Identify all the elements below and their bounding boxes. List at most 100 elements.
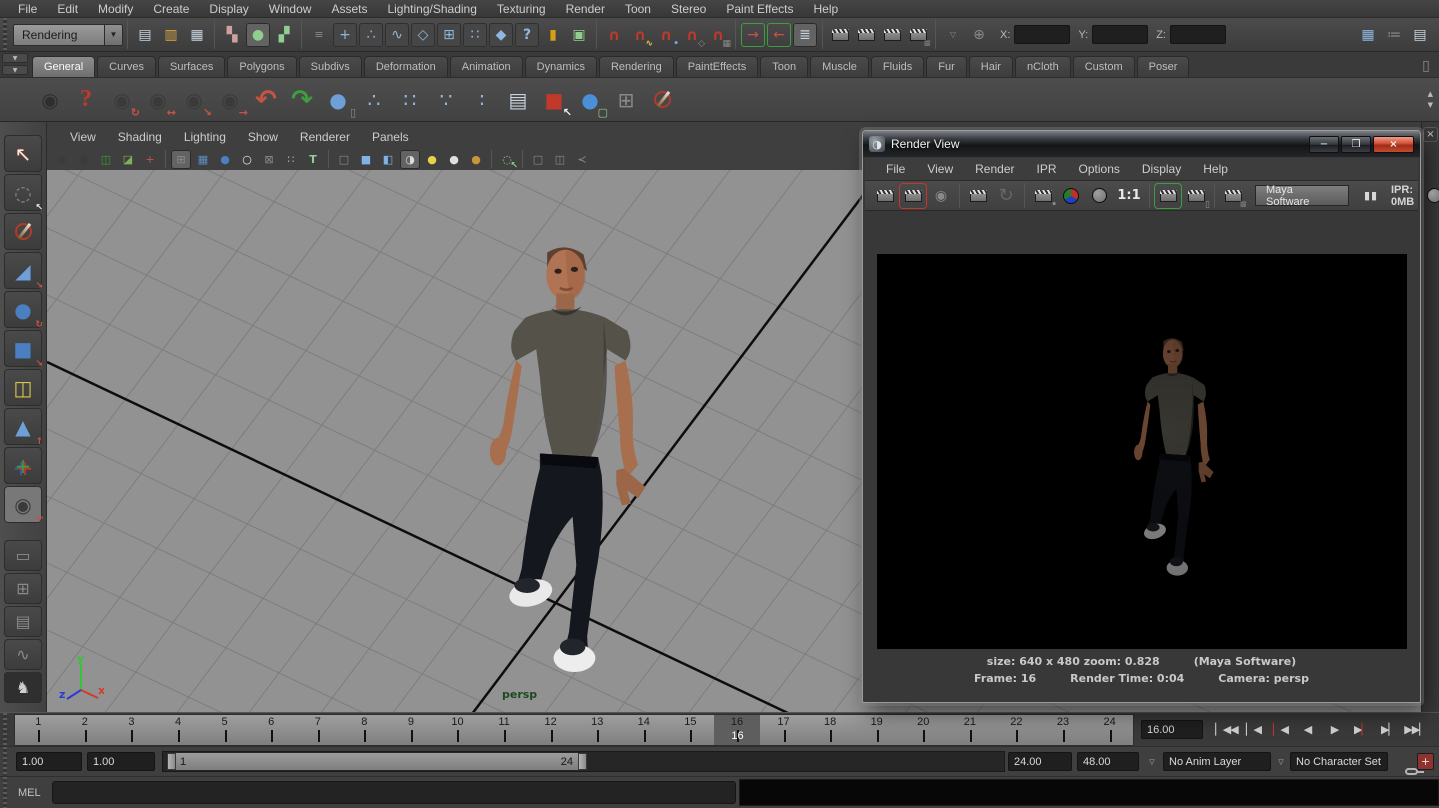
frame-cell[interactable]: 8 — [341, 715, 388, 745]
character-set-dropdown-icon[interactable]: ▽ — [1273, 752, 1289, 771]
snap-to-plane-icon[interactable]: ∩◇ — [680, 23, 704, 47]
ipr-render-button-icon[interactable] — [965, 184, 991, 208]
panel-close-icon[interactable]: × — [1423, 127, 1438, 142]
shelf-tab[interactable]: Poser — [1137, 56, 1190, 77]
paint-select-tool-icon[interactable] — [4, 213, 42, 250]
attribute-editor-toggle-icon[interactable]: ▤ — [1408, 23, 1432, 47]
anim-layer-dropdown-icon[interactable]: ▽ — [1144, 752, 1160, 771]
one-to-one-zoom-icon[interactable]: 1:1 — [1114, 184, 1144, 208]
frame-cell[interactable]: 12 — [527, 715, 574, 745]
hypergraph-connections-icon[interactable]: ∷ — [393, 83, 427, 117]
menu-item[interactable]: Toon — [615, 2, 661, 16]
all-lights-icon[interactable]: ● — [466, 150, 486, 169]
frame-cell[interactable]: 2 — [62, 715, 109, 745]
panel-menu-item[interactable]: Panels — [361, 130, 420, 144]
lattice-shelf-icon[interactable]: ⊞ — [609, 83, 643, 117]
shelf-tab[interactable]: Surfaces — [158, 56, 225, 77]
panel-menu-item[interactable]: Shading — [107, 130, 173, 144]
new-scene-icon[interactable]: ▤ — [133, 23, 157, 47]
frame-cell[interactable]: 18 — [807, 715, 854, 745]
menu-item[interactable]: Lighting/Shading — [377, 2, 486, 16]
share-view-icon[interactable]: ≺ — [572, 150, 592, 169]
shelf-editor-trash-icon[interactable]: ▯ — [1414, 56, 1438, 76]
character-set-field[interactable]: No Character Set — [1290, 752, 1388, 771]
auto-keyframe-toggle-icon[interactable]: + — [1417, 753, 1434, 770]
animation-start-field[interactable]: 1.00 — [16, 752, 82, 771]
select-object-shelf-icon[interactable]: ■↖ — [537, 83, 571, 117]
shelf-tab[interactable]: Polygons — [227, 56, 296, 77]
outliner-shelf-icon[interactable]: ▤ — [501, 83, 535, 117]
make-live-icon[interactable]: ∩▦ — [706, 23, 730, 47]
x-input-field[interactable] — [1014, 25, 1070, 44]
hypergraph-input-icon[interactable]: ∵ — [429, 83, 463, 117]
shelf-tab[interactable]: PaintEffects — [676, 56, 759, 77]
playblast-icon[interactable]: ◉ — [33, 83, 67, 117]
channel-box-toggle-icon[interactable]: ▦ — [1356, 23, 1380, 47]
isolate-view-cube-icon[interactable]: □ — [528, 150, 548, 169]
absolute-mode-icon[interactable]: ⊕ — [967, 23, 991, 47]
select-object-icon[interactable]: ● — [246, 23, 270, 47]
smooth-shade-mode-icon[interactable]: ■ — [356, 150, 376, 169]
mask-rendering-icon[interactable]: ◆ — [489, 23, 513, 47]
menu-item[interactable]: Stereo — [661, 2, 716, 16]
four-pane-layout-icon[interactable]: ⊞ — [4, 573, 42, 604]
last-tool-used-icon[interactable]: ◉↶ — [4, 486, 42, 523]
render-view-open-icon[interactable] — [828, 23, 852, 47]
status-line-grip[interactable] — [0, 18, 10, 51]
shelf-tab[interactable]: Deformation — [364, 56, 448, 77]
shelf-tab[interactable]: Muscle — [810, 56, 869, 77]
render-view-menu-item[interactable]: Options — [1068, 162, 1131, 176]
snap-to-point-icon[interactable]: ∩• — [654, 23, 678, 47]
panel-menu-item[interactable]: Lighting — [173, 130, 237, 144]
menu-item[interactable]: Render — [556, 2, 615, 16]
snapshot-icon[interactable]: ◉ — [928, 184, 954, 208]
menu-item[interactable]: Assets — [321, 2, 377, 16]
input-connections-icon[interactable]: → — [741, 23, 765, 47]
wireframe-on-shaded-icon[interactable]: ◧ — [378, 150, 398, 169]
shelf-tab[interactable]: Fluids — [871, 56, 924, 77]
play-forwards-button[interactable]: ▶ — [1321, 717, 1348, 741]
undo-view-icon[interactable]: ↶ — [249, 83, 283, 117]
open-render-settings-icon[interactable]: ≡ — [1220, 184, 1246, 208]
menu-item[interactable]: Window — [259, 2, 322, 16]
shelf-tab[interactable]: Fur — [926, 56, 967, 77]
mask-points-icon[interactable]: ∴ — [359, 23, 383, 47]
help-shelf-icon[interactable]: ? — [69, 83, 103, 117]
resolution-gate-icon[interactable]: ● — [215, 150, 235, 169]
dolly-camera-icon[interactable]: ◉↘ — [177, 83, 211, 117]
shelf-tab[interactable]: Toon — [760, 56, 808, 77]
hypergraph-hierarchy-icon[interactable]: ∴ — [357, 83, 391, 117]
go-to-start-button[interactable]: ▏◀◀ — [1213, 717, 1240, 741]
animation-end-field[interactable]: 48.00 — [1077, 752, 1139, 771]
mask-curves-icon[interactable]: ∿ — [385, 23, 409, 47]
soft-modification-tool-icon[interactable]: ▲↑ — [4, 408, 42, 445]
safe-action-icon[interactable]: ∷ — [281, 150, 301, 169]
menu-item[interactable]: Display — [199, 2, 258, 16]
shelf-tab[interactable]: Curves — [97, 56, 156, 77]
menu-item[interactable]: Edit — [47, 2, 88, 16]
delete-unused-nodes-icon[interactable]: ●▯ — [321, 83, 355, 117]
play-backwards-button[interactable]: ◀ — [1294, 717, 1321, 741]
command-line-grip[interactable] — [0, 777, 10, 808]
panel-menu-item[interactable]: Renderer — [289, 130, 361, 144]
select-camera-icon[interactable]: ◉ — [52, 150, 72, 169]
frame-cell[interactable]: 13 — [574, 715, 621, 745]
range-start-handle[interactable] — [167, 753, 176, 770]
step-back-key-button[interactable]: ▏◀ — [1267, 717, 1294, 741]
chevron-down-icon[interactable]: ▼ — [105, 24, 123, 46]
close-button[interactable]: × — [1373, 136, 1414, 153]
select-hierarchy-icon[interactable]: ▚ — [220, 23, 244, 47]
go-to-end-button[interactable]: ▶▶▏ — [1402, 717, 1429, 741]
mask-misc-icon[interactable]: ? — [515, 23, 539, 47]
hypergraph-output-icon[interactable]: ∶ — [465, 83, 499, 117]
render-button-icon[interactable] — [872, 184, 898, 208]
frame-cell[interactable]: 19 — [853, 715, 900, 745]
shelf-tab[interactable]: Custom — [1073, 56, 1135, 77]
shelf-tab[interactable]: Hair — [969, 56, 1013, 77]
panel-menu-item[interactable]: Show — [237, 130, 289, 144]
menu-item[interactable]: Modify — [88, 2, 143, 16]
shelf-tab[interactable]: Subdivs — [299, 56, 362, 77]
save-scene-icon[interactable]: ▦ — [185, 23, 209, 47]
frame-cell[interactable]: 3 — [108, 715, 155, 745]
playback-range-bar[interactable]: 1 24 — [167, 753, 587, 770]
